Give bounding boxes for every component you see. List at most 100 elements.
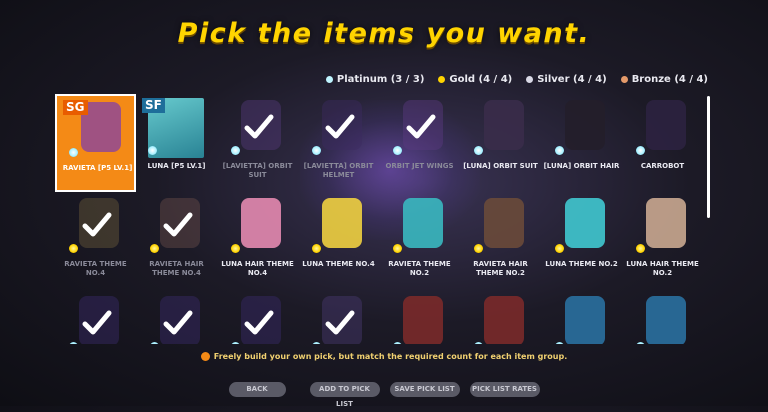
- item-card[interactable]: RAVIETA THEME NO.4: [55, 192, 136, 290]
- item-thumbnail: [322, 198, 362, 248]
- item-label: ORBIT JET WINGS: [385, 162, 454, 170]
- gold-tier-icon: [636, 244, 645, 253]
- item-thumbnail: [646, 100, 686, 150]
- check-icon: [82, 310, 112, 335]
- gold-tier-icon: [393, 244, 402, 253]
- item-label: LUNA HAIR THEME NO.4: [221, 260, 294, 277]
- item-thumbnail: [241, 198, 281, 248]
- item-thumbnail: [484, 296, 524, 344]
- item-thumbnail: [484, 100, 524, 150]
- counter-label: Gold (4 / 4): [449, 74, 513, 85]
- gold-tier-icon: [474, 244, 483, 253]
- item-card[interactable]: RAVIETA HAIR THEME NO.2: [460, 192, 541, 290]
- silver-tier-icon: [393, 342, 402, 344]
- item-card[interactable]: [LAVIETTA] ORBIT SUIT: [217, 94, 298, 192]
- gold-gem-icon: [438, 76, 446, 83]
- item-card[interactable]: [217, 290, 298, 344]
- platinum-gem-icon: [325, 76, 333, 83]
- page-title: Pick the items you want.: [177, 18, 591, 49]
- grid-scrollbar[interactable]: [707, 96, 710, 218]
- item-card[interactable]: [136, 290, 217, 344]
- item-card[interactable]: LUNA THEME NO.4: [298, 192, 379, 290]
- item-card[interactable]: LUNA HAIR THEME NO.2: [622, 192, 703, 290]
- bronze-gem-icon: [620, 76, 628, 83]
- item-card[interactable]: RAVIETA THEME NO.2: [379, 192, 460, 290]
- item-label: LUNA THEME NO.2: [545, 260, 618, 268]
- item-label: CARROBOT: [640, 162, 685, 170]
- platinum-tier-icon: [636, 146, 645, 155]
- item-card[interactable]: SF LUNA [P5 LV.1]: [136, 94, 217, 192]
- item-card[interactable]: [LUNA] ORBIT HAIR: [541, 94, 622, 192]
- check-icon: [406, 114, 436, 139]
- item-label: RAVIETA HAIR THEME NO.4: [149, 260, 204, 277]
- item-card[interactable]: [379, 290, 460, 344]
- counter-bronze: Bronze (4 / 4): [620, 74, 708, 85]
- item-thumbnail: [646, 198, 686, 248]
- platinum-tier-icon: [474, 146, 483, 155]
- button-bar: BACK ADD TO PICK LIST SAVE PICK LIST PIC…: [0, 382, 768, 408]
- item-card[interactable]: ORBIT JET WINGS: [379, 94, 460, 192]
- item-card[interactable]: [622, 290, 703, 344]
- item-label: [LUNA] ORBIT HAIR: [543, 162, 620, 170]
- silver-tier-icon: [69, 342, 78, 344]
- check-icon: [163, 212, 193, 237]
- item-label: [LUNA] ORBIT SUIT: [463, 162, 538, 170]
- item-label: RAVIETA THEME NO.4: [64, 260, 127, 277]
- check-icon: [325, 310, 355, 335]
- silver-tier-icon: [636, 342, 645, 344]
- item-card[interactable]: [LUNA] ORBIT SUIT: [460, 94, 541, 192]
- check-icon: [163, 310, 193, 335]
- counter-gold: Gold (4 / 4): [438, 74, 512, 85]
- item-label: RAVIETA HAIR THEME NO.2: [473, 260, 528, 277]
- item-thumbnail: [565, 296, 605, 344]
- item-label: LUNA [P5 LV.1]: [147, 162, 206, 170]
- counter-silver: Silver (4 / 4): [526, 74, 607, 85]
- counter-label: Bronze (4 / 4): [631, 74, 708, 85]
- item-label: LUNA THEME NO.4: [302, 260, 375, 268]
- silver-tier-icon: [474, 342, 483, 344]
- item-card[interactable]: [LAVIETTA] ORBIT HELMET: [298, 94, 379, 192]
- item-card[interactable]: LUNA HAIR THEME NO.4: [217, 192, 298, 290]
- gold-tier-icon: [555, 244, 564, 253]
- platinum-tier-icon: [393, 146, 402, 155]
- platinum-tier-icon: [148, 146, 157, 155]
- item-label: RAVIETA [P5 LV.1]: [62, 164, 133, 172]
- hint-text-row: Freely build your own pick, but match th…: [0, 352, 768, 361]
- platinum-tier-icon: [312, 146, 321, 155]
- check-icon: [82, 212, 112, 237]
- platinum-tier-icon: [555, 146, 564, 155]
- grade-badge: SG: [63, 100, 88, 115]
- item-card[interactable]: [460, 290, 541, 344]
- item-card[interactable]: SG RAVIETA [P5 LV.1]: [55, 94, 136, 192]
- item-card[interactable]: RAVIETA HAIR THEME NO.4: [136, 192, 217, 290]
- item-thumbnail: [646, 296, 686, 344]
- add-to-pick-list-button[interactable]: ADD TO PICK LIST: [309, 382, 380, 408]
- item-label: LUNA HAIR THEME NO.2: [626, 260, 699, 277]
- silver-tier-icon: [555, 342, 564, 344]
- platinum-tier-icon: [69, 148, 78, 157]
- hint-text: Freely build your own pick, but match th…: [213, 352, 568, 361]
- item-card[interactable]: [55, 290, 136, 344]
- silver-tier-icon: [312, 342, 321, 344]
- gold-tier-icon: [150, 244, 159, 253]
- silver-tier-icon: [150, 342, 159, 344]
- tier-counters: Platinum (3 / 3) Gold (4 / 4) Silver (4 …: [325, 74, 708, 85]
- item-card[interactable]: [541, 290, 622, 344]
- gold-tier-icon: [231, 244, 240, 253]
- item-label: [LAVIETTA] ORBIT SUIT: [222, 162, 293, 179]
- silver-tier-icon: [231, 342, 240, 344]
- counter-platinum: Platinum (3 / 3): [325, 74, 424, 85]
- platinum-tier-icon: [231, 146, 240, 155]
- item-thumbnail: [565, 100, 605, 150]
- back-button[interactable]: BACK: [228, 382, 286, 397]
- item-label: [LAVIETTA] ORBIT HELMET: [303, 162, 374, 179]
- item-card[interactable]: CARROBOT: [622, 94, 703, 192]
- pick-list-rates-button[interactable]: PICK LIST RATES: [469, 382, 540, 397]
- save-pick-list-button[interactable]: SAVE PICK LIST: [389, 382, 460, 397]
- item-card[interactable]: LUNA THEME NO.2: [541, 192, 622, 290]
- gold-tier-icon: [69, 244, 78, 253]
- item-grid: SG RAVIETA [P5 LV.1] SF LUNA [P5 LV.1] [LAVI…: [55, 94, 705, 344]
- item-thumbnail: [403, 198, 443, 248]
- item-thumbnail: [565, 198, 605, 248]
- item-card[interactable]: [298, 290, 379, 344]
